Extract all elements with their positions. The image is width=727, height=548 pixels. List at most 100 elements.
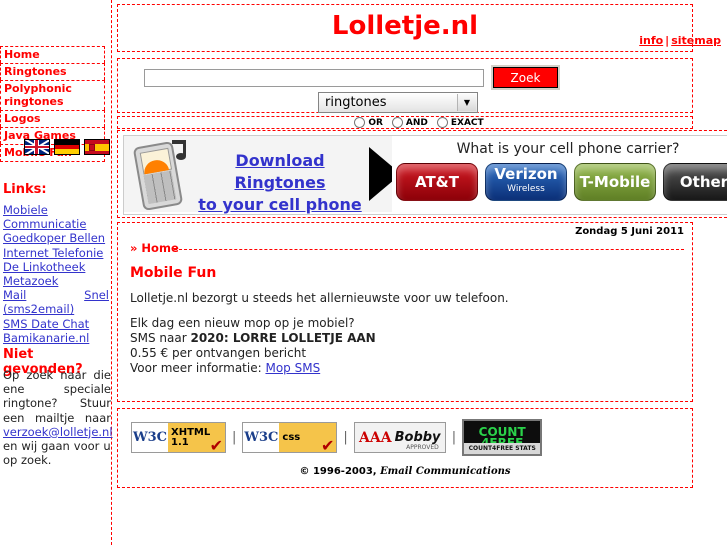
sidebar-item-logos[interactable]: Logos (0, 110, 105, 127)
music-note-icon (166, 140, 188, 162)
bobby-aaa-label: AAA (359, 429, 392, 446)
copyright-company: Email Communications (380, 466, 511, 477)
sidebar-item-label: Ringtones (4, 65, 67, 78)
w3c-xhtml-badge[interactable]: W3C XHTML 1.1 ✔ (131, 422, 226, 455)
carrier-sublabel: Wireless (507, 184, 545, 194)
copyright-notice: © 1996-2003, Email Communications (118, 466, 692, 477)
carrier-label: AT&T (415, 172, 459, 191)
link-mobiele-communicatie[interactable]: Mobiele Communicatie (3, 203, 109, 231)
breadcrumb-divider (174, 249, 684, 250)
promo-line-1: Elk dag een nieuw mop op je mobiel? (130, 316, 355, 330)
site-header: Lolletje.nl (117, 4, 693, 52)
sidebar-item-home[interactable]: Home (0, 46, 105, 63)
header-links-separator: | (665, 34, 670, 47)
radio-or-label: OR (368, 117, 383, 128)
count4free-badge[interactable]: COUNT 4FREE COUNT4FREE STATS (462, 419, 543, 456)
promo-sms-keyword: : LORRE LOLLETJE AAN (223, 331, 376, 345)
carrier-label: T-Mobile (579, 172, 651, 191)
radio-and[interactable] (391, 117, 403, 128)
radio-exact[interactable] (436, 117, 448, 128)
radio-or[interactable] (354, 117, 366, 128)
carrier-button-other[interactable]: Other (663, 163, 727, 201)
badge-separator: | (343, 430, 348, 445)
w3c-logo-icon: W3C (132, 423, 168, 452)
carrier-button-verizon[interactable]: Verizon Wireless (485, 163, 567, 201)
flag-uk-icon[interactable] (24, 139, 50, 155)
check-icon: ✔ (209, 436, 223, 455)
links-heading: Links: (3, 182, 47, 197)
css-line1: css (282, 431, 301, 443)
search-submit-button[interactable]: Zoek (491, 65, 560, 90)
flag-de-icon[interactable] (54, 139, 80, 155)
ad-headline: Download Ringtones to your cell phone (190, 150, 370, 214)
link-sms2email[interactable]: (sms2email) (3, 302, 109, 316)
ad-headline-line2: to your cell phone (198, 195, 362, 214)
carrier-buttons: AT&T Verizon Wireless T-Mobile Other (396, 163, 727, 201)
radio-and-label: AND (405, 117, 428, 128)
sidebar-item-polyphonic-ringtones[interactable]: Polyphonic ringtones (0, 80, 105, 110)
footer-panel: W3C XHTML 1.1 ✔ | W3C css ✔ | AAA Bobby … (117, 408, 693, 488)
xhtml-line1: XHTML (171, 426, 211, 438)
xhtml-label: XHTML 1.1 ✔ (168, 423, 225, 455)
carrier-button-tmobile[interactable]: T-Mobile (574, 163, 656, 201)
sidebar: Home Ringtones Polyphonic ringtones Logo… (0, 0, 113, 545)
badge-separator: | (451, 430, 457, 445)
promo-line-more: Voor meer informatie: Mop SMS (130, 361, 376, 376)
search-category-value: ringtones (325, 95, 387, 110)
carrier-question: What is your cell phone carrier? (456, 141, 680, 157)
promo-line-price: 0.55 € per ontvangen bericht (130, 346, 307, 360)
carrier-button-att[interactable]: AT&T (396, 163, 478, 201)
not-found-text: Op zoek naar die ene speciale ringtone? … (3, 368, 113, 468)
link-mail-right: Snel (84, 288, 109, 303)
main-column: Lolletje.nl info | sitemap Zoek ringtones … (117, 0, 727, 545)
link-mail-snel[interactable]: Mail Snel (3, 288, 109, 302)
search-category-select[interactable]: ringtones ▼ (318, 92, 478, 113)
sitemap-link[interactable]: sitemap (671, 34, 721, 47)
ringtone-ad-banner[interactable]: Download Ringtones to your cell phone Wh… (123, 135, 727, 215)
xhtml-line2: 1.1 (171, 436, 189, 448)
breadcrumb[interactable]: » Home (130, 241, 179, 255)
not-found-text-after: en wij gaan voor u op zoek. (3, 439, 111, 468)
content-intro: Lolletje.nl bezorgt u steeds het allerni… (130, 291, 509, 305)
links-list: Mobiele Communicatie Goedkoper Bellen In… (3, 203, 109, 345)
w3c-css-badge[interactable]: W3C css ✔ (242, 422, 338, 455)
sidebar-item-ringtones[interactable]: Ringtones (0, 63, 105, 80)
count4free-stats-label: COUNT4FREE STATS (464, 443, 541, 454)
link-metazoek[interactable]: Metazoek (3, 274, 109, 288)
link-bamikanarie[interactable]: Bamikanarie.nl (3, 331, 109, 345)
carrier-label: Verizon (494, 165, 558, 183)
check-icon: ✔ (320, 436, 335, 455)
info-link[interactable]: info (639, 34, 663, 47)
not-found-text-before: Op zoek naar die ene speciale ringtone? … (3, 368, 111, 425)
bobby-approved-badge[interactable]: AAA Bobby APPROVED (353, 422, 446, 453)
language-flags (24, 139, 110, 155)
promo-sms-number: 2020 (190, 331, 224, 345)
not-found-email-link[interactable]: verzoek@lolletje.nl (3, 425, 113, 439)
link-internet-telefonie[interactable]: Internet Telefonie (3, 246, 109, 260)
ad-left-section: Download Ringtones to your cell phone (124, 136, 401, 214)
current-date: Zondag 5 Juni 2011 (575, 226, 684, 237)
page-title: Lolletje.nl (331, 11, 479, 41)
link-sms-date-chat[interactable]: SMS Date Chat (3, 317, 109, 331)
promo-sms-prefix: SMS naar (130, 331, 191, 345)
copyright-prefix: © 1996-2003, (299, 466, 381, 477)
flag-es-icon[interactable] (84, 139, 110, 155)
search-panel: Zoek ringtones ▼ (117, 58, 693, 113)
chevron-down-icon[interactable]: ▼ (457, 94, 476, 111)
content-promo: Elk dag een nieuw mop op je mobiel? SMS … (130, 316, 376, 376)
promo-line-sms: SMS naar 2020: LORRE LOLLETJE AAN (130, 331, 376, 346)
w3c-logo-icon: W3C (243, 423, 280, 452)
link-goedkoper-bellen[interactable]: Goedkoper Bellen (3, 231, 109, 245)
ad-headline-line1: Download Ringtones (234, 151, 326, 192)
mop-sms-link[interactable]: Mop SMS (265, 361, 320, 375)
link-de-linkotheek[interactable]: De Linkotheek (3, 260, 109, 274)
sidebar-item-label: Polyphonic ringtones (4, 82, 72, 108)
bobby-subtitle: APPROVED (406, 444, 439, 451)
search-input[interactable] (144, 69, 484, 87)
ad-right-section: What is your cell phone carrier? AT&T Ve… (392, 136, 727, 212)
css-label: css ✔ (279, 423, 337, 455)
badge-separator: | (232, 430, 237, 445)
footer-badges: W3C XHTML 1.1 ✔ | W3C css ✔ | AAA Bobby … (131, 419, 543, 456)
advertisement-panel: Download Ringtones to your cell phone Wh… (117, 130, 727, 218)
promo-more-prefix: Voor meer informatie: (130, 361, 266, 375)
